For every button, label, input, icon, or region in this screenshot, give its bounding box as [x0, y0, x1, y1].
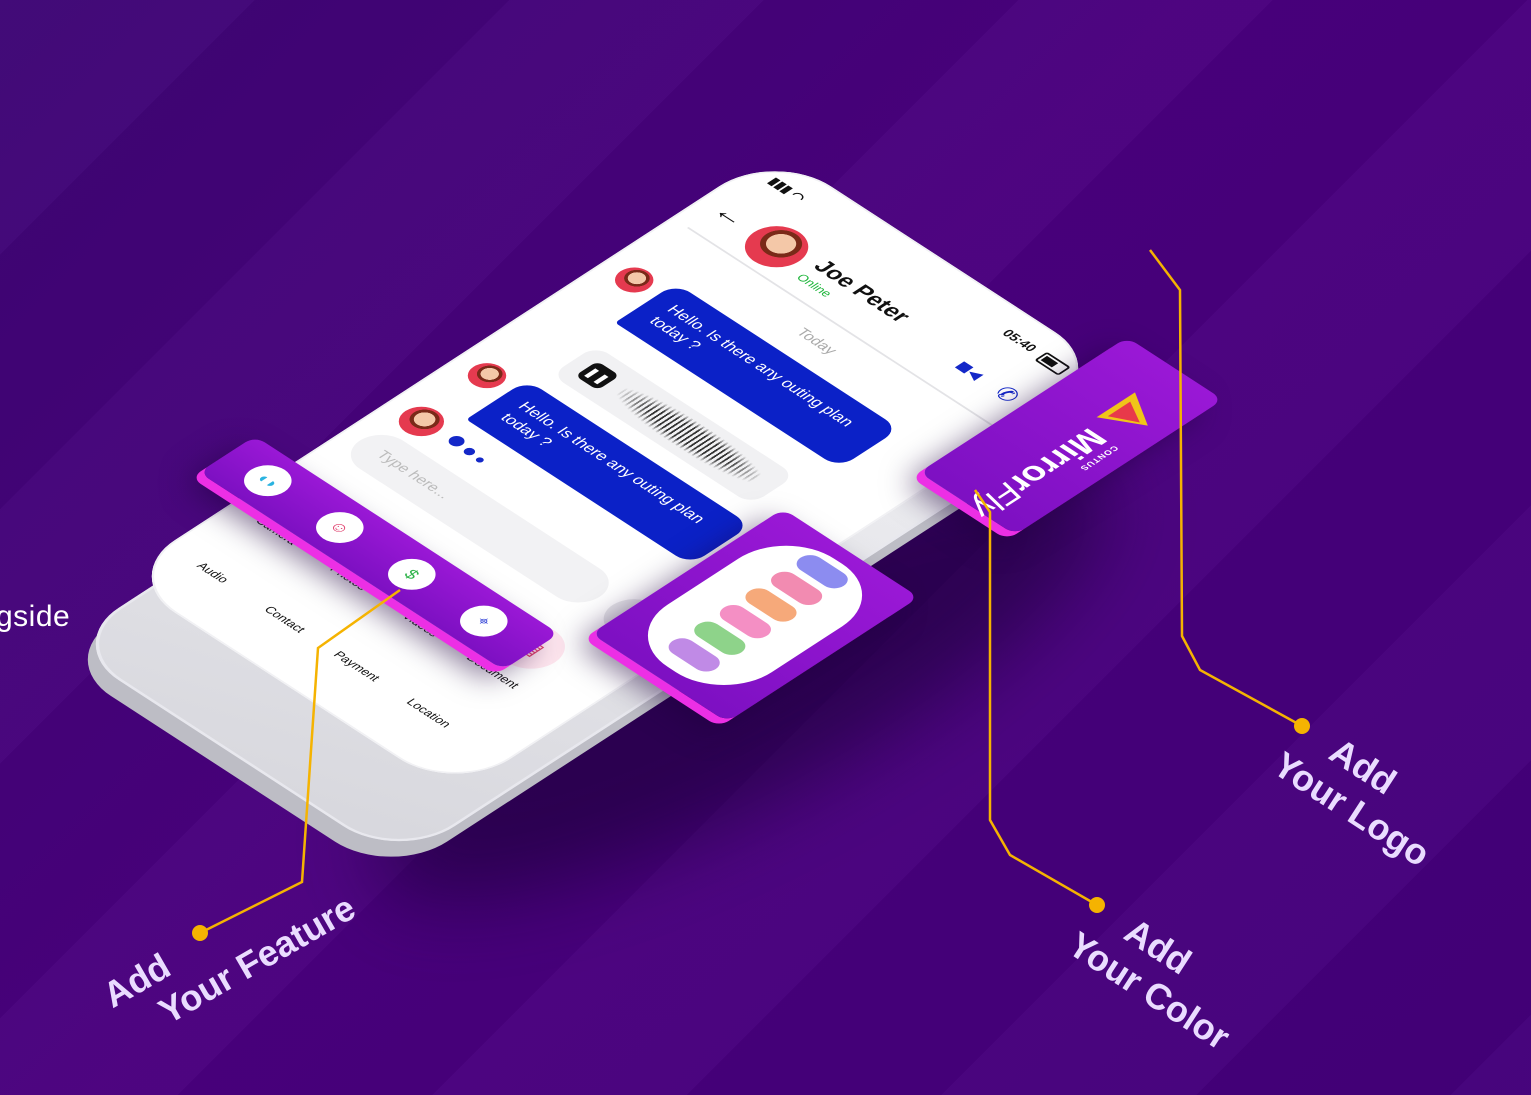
- battery-icon: [1034, 351, 1071, 376]
- phone-call-icon[interactable]: ✆: [987, 382, 1026, 408]
- feature-audio-label-wrap: Audio: [171, 540, 263, 600]
- typing-avatar: [389, 400, 454, 443]
- feature-label: Audio: [193, 559, 233, 586]
- arrow-left-icon[interactable]: ←: [705, 199, 755, 232]
- video-call-icon[interactable]: ■◂: [947, 356, 991, 385]
- feature-label: Location: [403, 696, 455, 730]
- message-avatar: [459, 358, 515, 394]
- feature-payment-label-wrap: Payment: [315, 634, 407, 694]
- headphones-icon[interactable]: ◖◗: [234, 458, 302, 503]
- location-pin-icon[interactable]: ⌖: [450, 599, 518, 643]
- user-icon[interactable]: ☺: [306, 505, 374, 550]
- message-avatar: [607, 262, 662, 298]
- pause-icon[interactable]: ❚❚: [575, 361, 620, 391]
- signal-icon: ▮▮▮ ◠: [765, 174, 810, 204]
- feature-contact-label-wrap: Contact: [243, 587, 335, 647]
- dollar-icon[interactable]: $: [378, 552, 446, 597]
- avatar[interactable]: [731, 217, 822, 276]
- feature-label: Payment: [330, 648, 384, 684]
- feature-location-label-wrap: Location: [387, 680, 479, 740]
- typing-indicator: [441, 433, 495, 469]
- cropped-side-text: gside: [0, 600, 71, 633]
- status-time: 05:40: [999, 326, 1041, 354]
- feature-label: Contact: [261, 603, 309, 635]
